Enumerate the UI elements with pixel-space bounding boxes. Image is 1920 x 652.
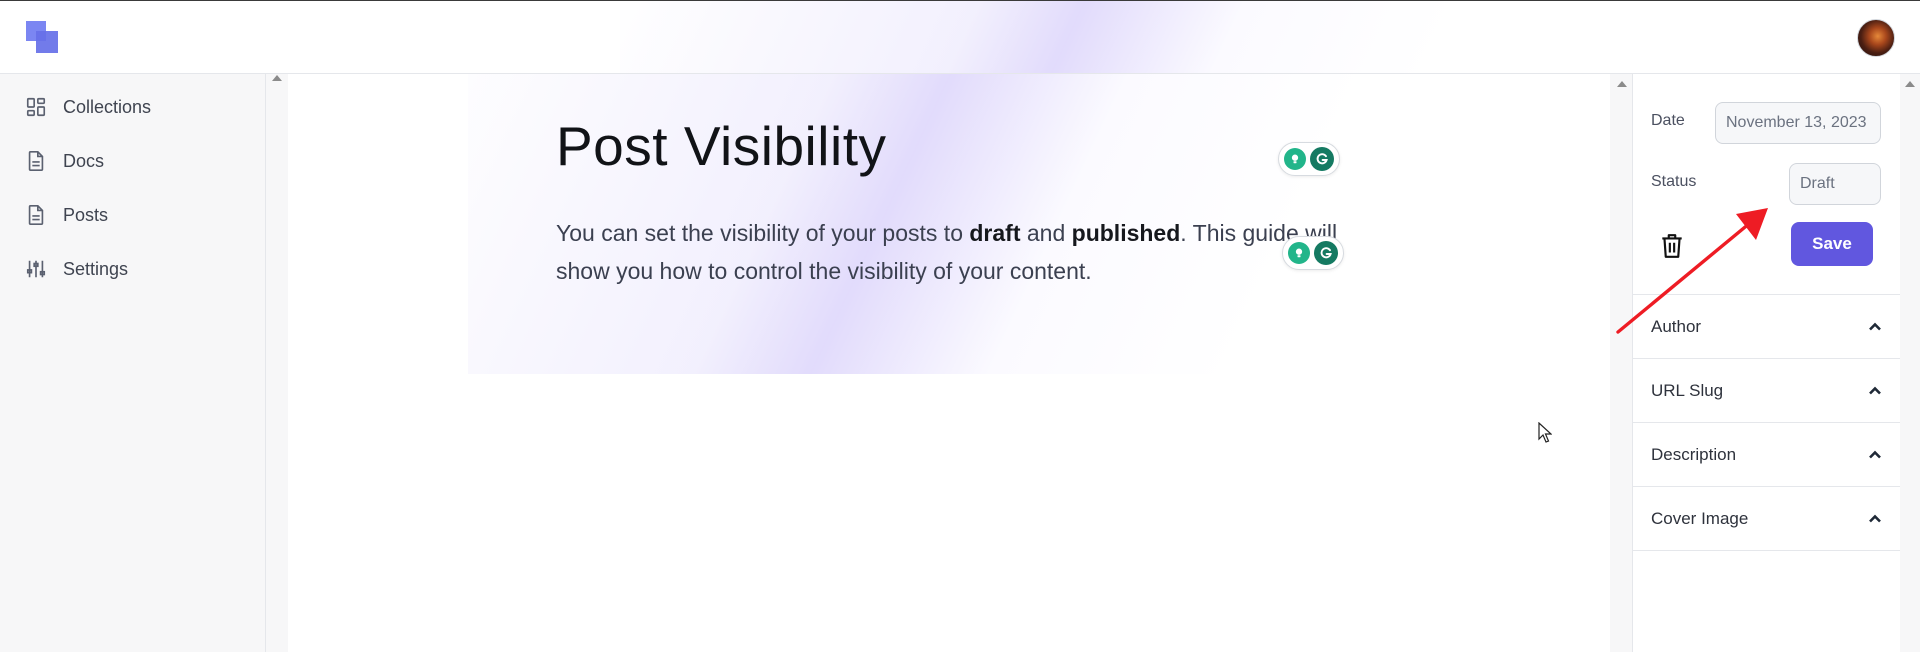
bold-text: published [1071,220,1181,246]
sidebar-item-collections[interactable]: Collections [24,91,151,123]
cover-image-section-toggle[interactable]: Cover Image [1633,486,1901,550]
author-section-toggle[interactable]: Author [1633,294,1901,358]
sidebar-item-posts[interactable]: Posts [24,199,108,231]
bold-text: draft [969,220,1021,246]
sidebar-item-label: Docs [63,150,105,171]
grammarly-widget[interactable] [1282,236,1344,270]
status-value: Draft [1800,175,1835,192]
lightbulb-icon [1284,148,1306,170]
status-select[interactable]: Draft [1789,163,1881,205]
editor-canvas[interactable]: Post Visibility You can set the visibili… [288,74,1610,652]
panel-scrollbar[interactable] [1900,74,1920,652]
url-slug-section-toggle[interactable]: URL Slug [1633,358,1901,422]
document-icon [24,149,48,173]
date-label: Date [1651,112,1685,129]
scroll-up-arrow-icon[interactable] [1905,81,1915,87]
top-header [0,0,1920,74]
mouse-cursor-icon [1538,422,1552,443]
status-label: Status [1651,173,1697,190]
description-section-toggle[interactable]: Description [1633,422,1901,486]
divider [1633,550,1901,551]
post-settings-panel: Date November 13, 2023 Status Draft Save… [1632,74,1901,652]
editor-scrollbar[interactable] [1610,74,1632,652]
grammarly-icon [1310,147,1334,171]
chevron-up-icon [1869,514,1881,522]
scroll-up-arrow-icon[interactable] [1617,81,1627,87]
user-avatar[interactable] [1857,19,1895,57]
sidebar: Collections Docs Posts Settings [0,74,266,652]
sidebar-item-label: Settings [63,258,129,279]
grammarly-icon [1314,241,1338,265]
sidebar-item-settings[interactable]: Settings [24,253,128,285]
chevron-up-icon [1869,450,1881,458]
trash-icon[interactable] [1659,232,1685,260]
background-glow [620,1,1620,73]
date-value: November 13, 2023 [1726,114,1867,131]
date-field[interactable]: November 13, 2023 [1715,102,1881,144]
post-title[interactable]: Post Visibility [556,114,887,178]
chevron-up-icon [1869,386,1881,394]
lightbulb-icon [1288,242,1310,264]
sidebar-item-label: Posts [63,204,109,225]
sidebar-item-label: Collections [63,96,152,117]
save-button[interactable]: Save [1791,222,1873,266]
dashboard-icon [24,95,48,119]
sidebar-item-docs[interactable]: Docs [24,145,104,177]
scroll-up-arrow-icon[interactable] [272,75,282,81]
sliders-icon [24,257,48,281]
sidebar-scrollbar[interactable] [266,74,288,652]
document-icon [24,203,48,227]
grammarly-widget[interactable] [1278,142,1340,176]
logo-icon[interactable] [26,21,60,55]
post-body[interactable]: You can set the visibility of your posts… [556,214,1356,290]
chevron-up-icon [1869,322,1881,330]
